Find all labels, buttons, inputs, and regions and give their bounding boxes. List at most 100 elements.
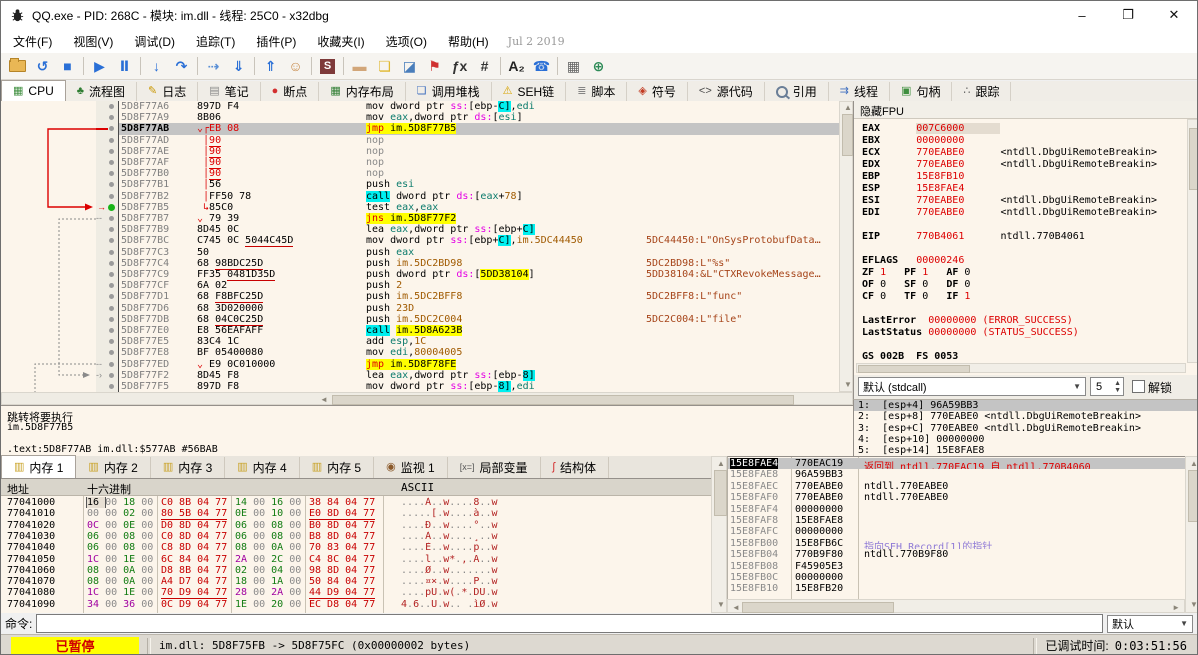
hash-button[interactable]: # — [472, 55, 497, 77]
stack-row[interactable]: 15E8FB08 F45905E3 — [728, 561, 1185, 572]
run-to-user-code-button[interactable]: ☺ — [283, 55, 308, 77]
restart-button[interactable]: ↺ — [30, 55, 55, 77]
tab-watch-1[interactable]: ◉ 监视 1 — [374, 457, 448, 478]
tab-references[interactable]: 引用 — [765, 82, 829, 101]
dump-row[interactable]: 77041060 08 00 0A 00 D8 8B 04 77 02 00 04 0… — [1, 565, 711, 577]
dump-row[interactable]: 77041000 16 00 18 00 C0 8B 04 77 14 00 16 0… — [1, 497, 711, 509]
disasm-row[interactable]: 5D8F77C4 68 98BDC25D push im.5DC2BD98 5DC2B… — [119, 257, 839, 270]
disasm-row[interactable]: 5D8F77B5 ↳85C0 test eax,eax — [119, 202, 839, 214]
stack-row[interactable]: 15E8FAE4 770EAC19 返回到 ntdll.770EAC19 自 ntd… — [728, 458, 1185, 470]
command-input[interactable] — [36, 614, 1103, 633]
globe-button[interactable]: ⊕ — [586, 55, 611, 77]
disasm-row[interactable]: 5D8F77B0 │90 nop — [119, 168, 839, 181]
stack-row[interactable]: 15E8FB00 15E8FB6C 指向SEH_Record[1]的指针 — [728, 538, 1185, 549]
dump-vertical-scrollbar[interactable]: ▲ ▼ — [711, 456, 727, 613]
tab-notes[interactable]: ▤ 笔记 — [198, 82, 261, 101]
disasm-row[interactable]: 5D8F77E0 E8 56EAFAFF call im.5D8A623B — [119, 325, 839, 337]
stack-pane[interactable]: 15E8FAE4 770EAC19 返回到 ntdll.770EAC19 自 ntd… — [727, 456, 1185, 599]
disasm-row[interactable]: 5D8F77B1 │56 push esi — [119, 179, 839, 191]
function-button[interactable]: ƒx — [447, 55, 472, 77]
registers-vertical-scrollbar[interactable] — [1187, 119, 1197, 363]
comment-button[interactable]: ❏ — [372, 55, 397, 77]
tab-threads[interactable]: ⇉ 线程 — [829, 82, 891, 101]
disasm-row[interactable]: 5D8F77CF 6A 02 push 2 — [119, 280, 839, 292]
tab-dump-3[interactable]: ▥ 内存 3 — [151, 457, 226, 478]
dump-row[interactable]: 77041090 34 00 36 00 0C D9 04 77 1E 00 20 0… — [1, 599, 711, 610]
font-button[interactable]: A₂ — [504, 55, 529, 77]
disasm-row[interactable]: 5D8F77F2 8D45 F8 lea eax,dword ptr ss:[ebp… — [119, 369, 839, 382]
open-file-button[interactable] — [5, 55, 30, 77]
calculator-button[interactable]: ▦ — [561, 55, 586, 77]
dump-row[interactable]: 77041040 06 00 08 00 C8 8D 04 77 08 00 0A 0… — [1, 542, 711, 554]
disasm-row[interactable]: 5D8F77D1 68 F8BFC25D push im.5DC2BFF8 5DC2B… — [119, 291, 839, 304]
stack-row[interactable]: 15E8FAF0 770EABE0 ntdll.770EABE0 — [728, 492, 1185, 503]
disasm-row[interactable]: 5D8F77A6 897D F4 mov dword ptr ss:[ebp-C],… — [119, 101, 839, 113]
tab-dump-2[interactable]: ▥ 内存 2 — [76, 457, 151, 478]
tab-log[interactable]: ✎ 日志 — [137, 82, 199, 101]
tab-call-stack[interactable]: ❏ 调用堆栈 — [406, 82, 492, 101]
disasm-row[interactable]: 5D8F77D6 68 3D020000 push 23D — [119, 303, 839, 315]
menu-item-5[interactable]: 收藏夹(I) — [308, 30, 373, 53]
tab-graph[interactable]: ♣ 流程图 — [66, 82, 137, 101]
disasm-row[interactable]: 5D8F77B7 ⌄ 79 39 jns im.5D8F77F2 — [119, 213, 839, 225]
disasm-row[interactable]: 5D8F77C3 50 push eax — [119, 247, 839, 259]
argument-row[interactable]: 3: [esp+C] 770EABE0 <ntdll.DbgUiRemoteBr… — [854, 423, 1197, 434]
tab-dump-1[interactable]: ▥ 内存 1 — [1, 455, 77, 478]
argument-row[interactable]: 2: [esp+8] 770EABE0 <ntdll.DbgUiRemoteBr… — [854, 411, 1197, 422]
arg-depth-spinner[interactable]: 5 ▲ ▼ — [1090, 377, 1124, 396]
pause-button[interactable]: Ⅱ — [112, 55, 137, 77]
menu-item-4[interactable]: 插件(P) — [247, 30, 305, 53]
stack-row[interactable]: 15E8FAF4 00000000 — [728, 504, 1185, 515]
tab-breakpoints[interactable]: ● 断点 — [261, 82, 320, 101]
tab-trace[interactable]: ∴ 跟踪 — [952, 82, 1012, 101]
disasm-row[interactable]: 5D8F77AF │90 nop — [119, 157, 839, 169]
disasm-row[interactable]: 5D8F77B2 │FF50 78 call dword ptr ds:[eax+… — [119, 190, 839, 203]
registers-horizontal-scrollbar[interactable] — [856, 363, 1186, 373]
disasm-horizontal-scrollbar[interactable]: ◄ — [1, 392, 853, 405]
stack-row[interactable]: 15E8FB10 15E8FB20 — [728, 583, 1185, 594]
disasm-row[interactable]: 5D8F77E5 83C4 1C add esp,1C — [119, 336, 839, 348]
tab-dump-5[interactable]: ▥ 内存 5 — [300, 457, 375, 478]
dump-row[interactable]: 77041050 1C 00 1E 00 6C 84 04 77 2A 00 2C 0… — [1, 554, 711, 565]
tab-memory-map[interactable]: ▦ 内存布局 — [319, 82, 406, 101]
dump-row[interactable]: 77041080 1C 00 1E 00 70 D9 04 77 28 00 2A 0… — [1, 587, 711, 599]
dump-row[interactable]: 77041070 08 00 0A 00 A4 D7 04 77 18 00 1A 0… — [1, 576, 711, 588]
disasm-row[interactable]: 5D8F77E8 BF 05400080 mov edi,80004005 — [119, 347, 839, 359]
arguments-pane[interactable]: 1: [esp+4] 96A59BB3 2: [esp+8] 770EABE0 <… — [853, 399, 1197, 456]
memory-dump-pane[interactable]: 地址 十六进制 ASCII 77041000 16 00 18 00 C0 8B 04 7… — [1, 478, 711, 613]
menu-item-7[interactable]: 帮助(H) — [439, 30, 498, 53]
argument-row[interactable]: 5: [esp+14] 15E8FAE8 — [854, 445, 1197, 456]
menu-item-6[interactable]: 选项(O) — [377, 30, 436, 53]
disasm-row[interactable]: 5D8F77AB ⌄┌EB 08 jmp im.5D8F77B5 — [119, 123, 839, 136]
stop-button[interactable]: ■ — [55, 55, 80, 77]
tab-source[interactable]: <> 源代码 — [688, 82, 765, 101]
dump-row[interactable]: 77041020 0C 00 0E 00 D0 8D 04 77 06 00 08 0… — [1, 520, 711, 531]
execute-till-return-button[interactable]: ⇓ — [226, 55, 251, 77]
bookmark-button[interactable]: ⚑ — [422, 55, 447, 77]
menu-item-3[interactable]: 追踪(T) — [187, 30, 244, 53]
hide-fpu-button[interactable]: 隐藏FPU — [854, 101, 1197, 119]
disasm-row[interactable]: 5D8F77ED ⌄ E9 0C010000 jmp im.5D8F78FE — [119, 358, 839, 371]
run-button[interactable]: ▶ — [87, 55, 112, 77]
disassembly-view[interactable]: 5D8F77A6 897D F4 mov dword ptr ss:[ebp-C],… — [119, 101, 839, 392]
toggle-breakpoint-button[interactable]: S — [315, 55, 340, 77]
attach-button[interactable]: ☎ — [529, 55, 554, 77]
disasm-row[interactable]: 5D8F77A9 8B06 mov eax,dword ptr ds:[esi] — [119, 112, 839, 124]
dump-row[interactable]: 77041030 06 00 08 00 C0 8D 04 77 06 00 08 0… — [1, 531, 711, 543]
disasm-row[interactable]: 5D8F77C9 FF35 0481D35D push dword ptr ds:[… — [119, 269, 839, 281]
disasm-vertical-scrollbar[interactable]: ▲ ▼ — [839, 101, 853, 392]
menu-item-0[interactable]: 文件(F) — [4, 30, 61, 53]
callconv-select[interactable]: 默认 (stdcall) ▼ — [858, 377, 1086, 396]
step-over-button[interactable]: ↷ — [169, 55, 194, 77]
tab-handles[interactable]: ▣ 句柄 — [890, 82, 953, 101]
menu-item-1[interactable]: 视图(V) — [64, 30, 122, 53]
label-button[interactable]: ◪ — [397, 55, 422, 77]
tab-cpu[interactable]: ▦ CPU — [1, 80, 66, 101]
argument-row[interactable]: 1: [esp+4] 96A59BB3 — [854, 400, 1197, 412]
argument-row[interactable]: 4: [esp+10] 00000000 — [854, 434, 1197, 445]
disasm-row[interactable]: 5D8F77AD │90 nop — [119, 134, 839, 147]
disasm-row[interactable]: 5D8F77BC C745 0C 5044C45D mov dword ptr ss… — [119, 235, 839, 248]
stack-row[interactable]: 15E8FAF8 15E8FAE8 — [728, 515, 1185, 526]
disasm-row[interactable]: 5D8F77DB 68 04C0C25D push im.5DC2C004 5DC2C… — [119, 313, 839, 326]
stack-row[interactable]: 15E8FAE8 96A59BB3 — [728, 469, 1185, 480]
